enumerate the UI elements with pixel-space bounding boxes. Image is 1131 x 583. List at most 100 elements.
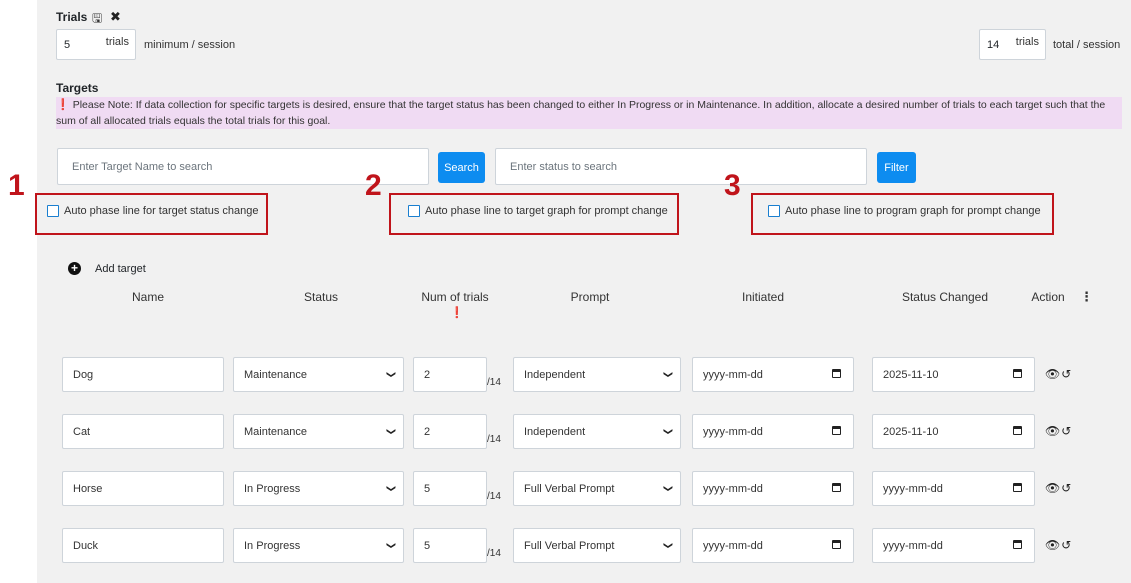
header-initiated: Initiated: [741, 290, 785, 304]
chevron-down-icon: ❯: [386, 370, 397, 379]
calendar-icon[interactable]: [1013, 540, 1022, 549]
status-select[interactable]: In Progress ❯: [233, 528, 404, 563]
initiated-value: yyyy-mm-dd: [703, 425, 763, 438]
info-icon[interactable]: ❗: [450, 306, 464, 319]
row-actions: 👁↺: [1045, 538, 1072, 552]
status-changed-date-input[interactable]: 2025-11-10: [872, 357, 1035, 392]
eye-icon[interactable]: 👁: [1045, 367, 1061, 381]
status-changed-date-input[interactable]: yyyy-mm-dd: [872, 471, 1035, 506]
num-trials-value: 2: [424, 425, 431, 438]
auto-phase-program-graph-checkbox[interactable]: [768, 205, 780, 217]
initiated-date-input[interactable]: yyyy-mm-dd: [692, 471, 854, 506]
prompt-value: Independent: [524, 368, 586, 381]
eye-icon[interactable]: 👁: [1045, 424, 1061, 438]
history-icon[interactable]: ↺: [1061, 481, 1072, 495]
status-changed-value: 2025-11-10: [883, 425, 939, 438]
chevron-down-icon: ❯: [663, 484, 674, 493]
auto-phase-program-graph-option[interactable]: Auto phase line to program graph for pro…: [768, 205, 1041, 217]
target-name-input[interactable]: Cat: [62, 414, 224, 449]
initiated-date-input[interactable]: yyyy-mm-dd: [692, 357, 854, 392]
status-value: Maintenance: [244, 425, 307, 438]
trials-title: Trials: [56, 10, 88, 24]
status-select[interactable]: Maintenance ❯: [233, 414, 404, 449]
min-trials-label: minimum / session: [144, 39, 236, 51]
status-select[interactable]: In Progress ❯: [233, 471, 404, 506]
prompt-select[interactable]: Independent ❯: [513, 414, 681, 449]
num-trials-input[interactable]: 5: [413, 528, 487, 563]
chevron-down-icon: ❯: [663, 427, 674, 436]
target-name-input[interactable]: Horse: [62, 471, 224, 506]
target-name-value: Dog: [73, 368, 94, 381]
calendar-icon[interactable]: [1013, 426, 1022, 435]
auto-phase-target-graph-checkbox[interactable]: [408, 205, 420, 217]
status-value: Maintenance: [244, 368, 307, 381]
num-trials-input[interactable]: 5: [413, 471, 487, 506]
add-target-button[interactable]: + Add target: [68, 262, 146, 275]
calendar-icon[interactable]: [1013, 483, 1022, 492]
history-icon[interactable]: ↺: [1061, 367, 1072, 381]
calendar-icon[interactable]: [832, 483, 841, 492]
status-select[interactable]: Maintenance ❯: [233, 357, 404, 392]
row-actions: 👁↺: [1045, 424, 1072, 438]
auto-phase-target-status-checkbox[interactable]: [47, 205, 59, 217]
target-name-value: Duck: [73, 539, 99, 552]
calendar-icon[interactable]: [1013, 369, 1022, 378]
total-trials-field[interactable]: 14 trials: [979, 29, 1046, 60]
total-trials-label: total / session: [1053, 39, 1121, 51]
chevron-down-icon: ❯: [663, 541, 674, 550]
auto-phase-target-status-option[interactable]: Auto phase line for target status change: [47, 205, 258, 217]
num-trials-total: /14: [487, 491, 501, 502]
close-icon[interactable]: ✖: [110, 9, 121, 25]
callout-1: 1: [8, 169, 25, 202]
callout-3: 3: [724, 169, 741, 202]
status-changed-date-input[interactable]: yyyy-mm-dd: [872, 528, 1035, 563]
initiated-value: yyyy-mm-dd: [703, 368, 763, 381]
num-trials-total: /14: [487, 434, 501, 445]
initiated-value: yyyy-mm-dd: [703, 482, 763, 495]
header-action: Action: [1031, 290, 1065, 304]
callout-2: 2: [365, 169, 382, 202]
initiated-value: yyyy-mm-dd: [703, 539, 763, 552]
target-name-value: Cat: [73, 425, 91, 438]
target-name-input[interactable]: Dog: [62, 357, 224, 392]
kebab-icon[interactable]: ⋮: [1080, 289, 1093, 305]
num-trials-value: 2: [424, 368, 431, 381]
prompt-select[interactable]: Full Verbal Prompt ❯: [513, 528, 681, 563]
history-icon[interactable]: ↺: [1061, 424, 1072, 438]
save-icon[interactable]: 🖫: [92, 9, 102, 30]
prompt-select[interactable]: Full Verbal Prompt ❯: [513, 471, 681, 506]
eye-icon[interactable]: 👁: [1045, 538, 1061, 552]
total-trials-value: 14: [987, 38, 1000, 51]
calendar-icon[interactable]: [832, 426, 841, 435]
header-prompt: Prompt: [570, 290, 610, 304]
row-actions: 👁↺: [1045, 367, 1072, 381]
eye-icon[interactable]: 👁: [1045, 481, 1061, 495]
prompt-value: Independent: [524, 425, 586, 438]
history-icon[interactable]: ↺: [1061, 538, 1072, 552]
prompt-select[interactable]: Independent ❯: [513, 357, 681, 392]
status-changed-value: 2025-11-10: [883, 368, 939, 381]
calendar-icon[interactable]: [832, 369, 841, 378]
status-value: In Progress: [244, 482, 301, 495]
initiated-date-input[interactable]: yyyy-mm-dd: [692, 528, 854, 563]
min-trials-field[interactable]: 5 trials: [56, 29, 136, 60]
num-trials-input[interactable]: 2: [413, 414, 487, 449]
add-target-label: Add target: [95, 262, 146, 275]
auto-phase-target-status-label: Auto phase line for target status change: [64, 205, 259, 217]
auto-phase-target-graph-option[interactable]: Auto phase line to target graph for prom…: [408, 205, 668, 217]
num-trials-total: /14: [487, 548, 501, 559]
initiated-date-input[interactable]: yyyy-mm-dd: [692, 414, 854, 449]
calendar-icon[interactable]: [832, 540, 841, 549]
target-name-input[interactable]: Duck: [62, 528, 224, 563]
status-changed-date-input[interactable]: 2025-11-10: [872, 414, 1035, 449]
search-button[interactable]: Search: [438, 152, 485, 183]
num-trials-value: 5: [424, 539, 431, 552]
filter-button[interactable]: Filter: [877, 152, 916, 183]
status-search-input[interactable]: Enter status to search: [495, 148, 867, 185]
num-trials-value: 5: [424, 482, 431, 495]
chevron-down-icon: ❯: [386, 541, 397, 550]
num-trials-input[interactable]: 2: [413, 357, 487, 392]
min-trials-value: 5: [64, 38, 71, 51]
chevron-down-icon: ❯: [386, 427, 397, 436]
min-trials-unit: trials: [105, 36, 129, 48]
